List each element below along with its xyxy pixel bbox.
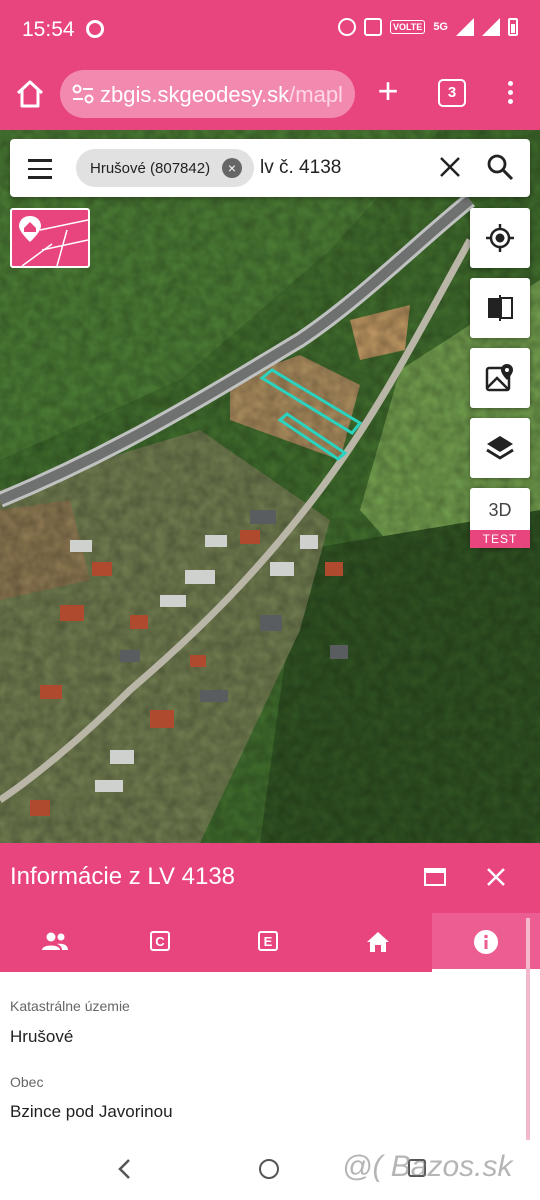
tab-e-register[interactable]: E [216, 913, 324, 972]
chip-remove-icon[interactable]: × [222, 158, 242, 178]
url-bar[interactable]: zbgis.skgeodesy.sk/mapl [60, 70, 355, 118]
status-time: 15:54 [22, 18, 75, 41]
url-path: /mapl [289, 82, 343, 107]
signal-icon-2 [482, 18, 500, 36]
tab-owners[interactable] [0, 913, 108, 972]
status-bar: 15:54 VOLTE 5G [0, 0, 540, 62]
menu-icon[interactable] [28, 159, 52, 185]
network-type: 5G [433, 21, 448, 33]
test-badge: TEST [470, 530, 530, 548]
clear-icon[interactable] [438, 155, 462, 179]
home-icon[interactable] [14, 78, 46, 110]
browser-toolbar: zbgis.skgeodesy.sk/mapl + 3 [0, 62, 540, 130]
field-value: Bzince pod Javorinou [10, 1102, 173, 1121]
map-pin-icon [485, 364, 513, 392]
tab-c-register[interactable]: C [108, 913, 216, 972]
site-settings-icon[interactable] [72, 84, 94, 104]
field-label: Obec [10, 1074, 44, 1090]
nfc-icon [363, 18, 382, 36]
layers-button[interactable] [470, 418, 530, 478]
search-icon[interactable] [486, 153, 514, 181]
compare-button[interactable] [470, 278, 530, 338]
people-icon [42, 932, 68, 950]
google-maps-button[interactable] [470, 348, 530, 408]
watermark: @( Bazos.sk [342, 1150, 513, 1183]
tab-buildings[interactable] [324, 913, 432, 972]
volte-badge: VOLTE [389, 20, 426, 34]
tab-info[interactable] [432, 913, 540, 972]
url-domain: zbgis.skgeodesy.sk [100, 82, 290, 107]
info-icon [474, 930, 498, 954]
my-location-button[interactable] [470, 208, 530, 268]
panel-content: Katastrálne územie Hrušové Obec Bzince p… [0, 972, 540, 1140]
3d-test-button[interactable]: 3D TEST [470, 488, 530, 548]
layers-icon [486, 436, 514, 460]
url-text: zbgis.skgeodesy.sk/mapl [100, 82, 343, 108]
browser-menu-icon[interactable] [500, 78, 520, 112]
cadastre-layer-toggle[interactable] [10, 208, 90, 268]
panel-tabs: C E [0, 913, 540, 972]
signal-icon [456, 18, 474, 36]
maximize-icon[interactable] [424, 868, 446, 886]
e-register-icon: E [258, 931, 278, 951]
field-label: Katastrálne územie [10, 998, 130, 1014]
alarm-icon [337, 18, 356, 36]
status-icons: VOLTE 5G [337, 18, 518, 36]
c-register-icon: C [150, 931, 170, 951]
chip-label: Hrušové (807842) [90, 160, 211, 177]
map-search-bar: Hrušové (807842) × lv č. 4138 [10, 139, 530, 197]
location-filter-chip[interactable]: Hrušové (807842) × [76, 149, 254, 187]
locate-icon [486, 224, 514, 252]
shazam-icon [86, 20, 104, 38]
tab-switcher-button[interactable]: 3 [438, 79, 466, 107]
panel-title: Informácie z LV 4138 [10, 863, 236, 890]
system-nav-bar: @( Bazos.sk [0, 1140, 540, 1200]
close-icon[interactable] [484, 865, 508, 889]
3d-label: 3D [488, 500, 512, 520]
compare-icon [488, 295, 513, 321]
battery-icon [508, 18, 518, 36]
house-icon [367, 932, 389, 952]
field-value: Hrušové [10, 1027, 74, 1046]
search-input[interactable]: lv č. 4138 [260, 157, 341, 179]
home-nav-icon[interactable] [259, 1159, 279, 1179]
panel-header: Informácie z LV 4138 [0, 843, 540, 913]
new-tab-button[interactable]: + [372, 73, 404, 109]
back-icon[interactable] [116, 1158, 132, 1180]
cadastre-map-icon [19, 216, 88, 266]
panel-scrollbar[interactable] [526, 918, 530, 1140]
